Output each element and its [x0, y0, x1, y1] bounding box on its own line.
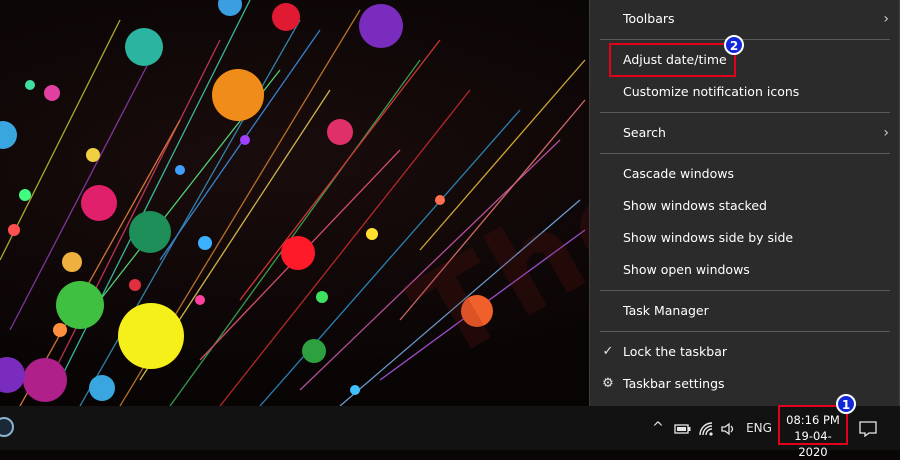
highlight-box-clock [778, 405, 848, 445]
wifi-icon[interactable] [697, 406, 717, 450]
chevron-right-icon: › [883, 11, 889, 27]
menu-item-lock-taskbar[interactable]: ✓ Lock the taskbar [590, 337, 899, 367]
menu-item-cascade-windows[interactable]: Cascade windows [590, 159, 899, 189]
checkmark-icon: ✓ [602, 344, 614, 359]
menu-item-search[interactable]: Search › [590, 118, 899, 148]
menu-item-taskbar-settings[interactable]: ⚙ Taskbar settings [590, 369, 899, 399]
speaker-icon[interactable] [719, 406, 739, 450]
menu-item-label: Task Manager [623, 303, 709, 318]
menu-item-label: Toolbars [623, 11, 675, 26]
step-badge-2: 2 [724, 35, 744, 55]
menu-item-show-open-windows[interactable]: Show open windows [590, 255, 899, 285]
action-center-icon[interactable] [856, 406, 880, 450]
menu-separator [600, 153, 890, 154]
menu-item-label: Cascade windows [623, 166, 734, 181]
menu-separator [600, 290, 890, 291]
menu-item-label: Customize notification icons [623, 84, 800, 99]
menu-item-label: Show open windows [623, 262, 750, 277]
menu-item-customize-notification-icons[interactable]: Customize notification icons [590, 77, 899, 107]
menu-item-show-windows-side-by-side[interactable]: Show windows side by side [590, 223, 899, 253]
menu-item-label: Search [623, 125, 666, 140]
menu-item-label: Show windows stacked [623, 198, 767, 213]
chevron-up-icon[interactable]: ^ [649, 406, 667, 450]
menu-item-show-windows-stacked[interactable]: Show windows stacked [590, 191, 899, 221]
language-indicator[interactable]: ENG [744, 406, 774, 450]
step-badge-1: 1 [836, 394, 856, 414]
chevron-right-icon: › [883, 125, 889, 141]
menu-separator [600, 112, 890, 113]
menu-item-label: Taskbar settings [623, 376, 725, 391]
steam-icon[interactable] [0, 417, 14, 437]
menu-item-label: Show windows side by side [623, 230, 794, 245]
menu-separator [600, 331, 890, 332]
menu-item-label: Lock the taskbar [623, 344, 728, 359]
battery-icon[interactable] [672, 406, 694, 450]
gear-icon: ⚙ [602, 376, 614, 391]
highlight-box-adjust-datetime [609, 43, 736, 77]
taskbar: ^ ENG 08:16 PM 19-04-2020 [0, 406, 900, 459]
menu-item-toolbars[interactable]: Toolbars › [590, 4, 899, 34]
menu-item-task-manager[interactable]: Task Manager [590, 296, 899, 326]
menu-separator [600, 39, 890, 40]
